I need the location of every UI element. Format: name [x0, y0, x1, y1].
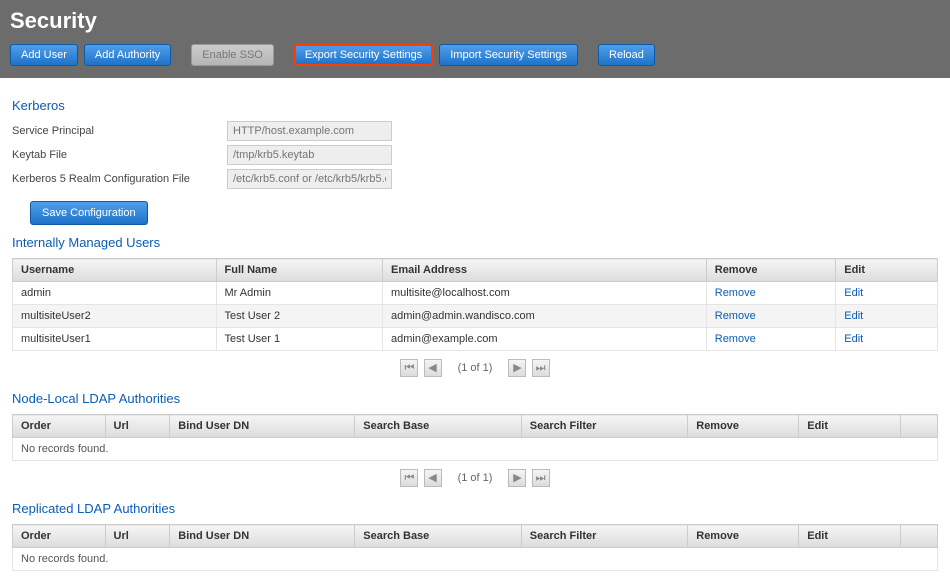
col-search-filter: Search Filter [521, 415, 688, 438]
col-url: Url [105, 415, 170, 438]
local-ldap-pager: ⏮ ◀ (1 of 1) ▶ ⏭ [12, 469, 938, 487]
table-row: multisiteUser2Test User 2admin@admin.wan… [13, 305, 938, 328]
cell-username: multisiteUser2 [13, 305, 217, 328]
users-pager: ⏮ ◀ (1 of 1) ▶ ⏭ [12, 359, 938, 377]
col-remove: Remove [706, 259, 836, 282]
remove-link[interactable]: Remove [715, 287, 756, 299]
enable-sso-button: Enable SSO [191, 44, 274, 66]
pager-prev-icon[interactable]: ◀ [424, 359, 442, 377]
col-fullname: Full Name [216, 259, 383, 282]
cell-fullname: Mr Admin [216, 282, 383, 305]
pager-first-icon[interactable]: ⏮ [400, 469, 418, 487]
pager-prev-icon[interactable]: ◀ [424, 469, 442, 487]
pager-first-icon[interactable]: ⏮ [400, 359, 418, 377]
kerberos-heading: Kerberos [12, 98, 938, 113]
col-order: Order [13, 525, 106, 548]
add-authority-button[interactable]: Add Authority [84, 44, 171, 66]
col-edit: Edit [799, 415, 901, 438]
col-remove: Remove [688, 525, 799, 548]
table-row: multisiteUser1Test User 1admin@example.c… [13, 328, 938, 351]
edit-link[interactable]: Edit [844, 287, 863, 299]
pager-last-icon[interactable]: ⏭ [532, 359, 550, 377]
users-table: Username Full Name Email Address Remove … [12, 258, 938, 351]
remove-link[interactable]: Remove [715, 310, 756, 322]
cell-email: admin@admin.wandisco.com [383, 305, 707, 328]
cell-username: admin [13, 282, 217, 305]
pager-last-icon[interactable]: ⏭ [532, 469, 550, 487]
content: Kerberos Service Principal Keytab File K… [0, 78, 950, 581]
col-url: Url [105, 525, 170, 548]
col-blank [901, 525, 938, 548]
save-configuration-button[interactable]: Save Configuration [30, 201, 148, 225]
col-edit: Edit [836, 259, 938, 282]
pager-next-icon[interactable]: ▶ [508, 469, 526, 487]
service-principal-input[interactable] [227, 121, 392, 141]
local-ldap-heading: Node-Local LDAP Authorities [12, 391, 938, 406]
col-remove: Remove [688, 415, 799, 438]
import-security-settings-button[interactable]: Import Security Settings [439, 44, 578, 66]
replicated-ldap-table: Order Url Bind User DN Search Base Searc… [12, 524, 938, 571]
local-ldap-empty: No records found. [13, 438, 938, 461]
cell-email: multisite@localhost.com [383, 282, 707, 305]
header-bar: Security Add User Add Authority Enable S… [0, 0, 950, 78]
col-email: Email Address [383, 259, 707, 282]
replicated-ldap-empty: No records found. [13, 548, 938, 571]
local-ldap-table: Order Url Bind User DN Search Base Searc… [12, 414, 938, 461]
table-row: adminMr Adminmultisite@localhost.com Remo… [13, 282, 938, 305]
keytab-file-input[interactable] [227, 145, 392, 165]
col-blank [901, 415, 938, 438]
export-security-settings-button[interactable]: Export Security Settings [294, 44, 433, 66]
realm-config-input[interactable] [227, 169, 392, 189]
toolbar: Add User Add Authority Enable SSO Export… [10, 44, 940, 66]
cell-fullname: Test User 2 [216, 305, 383, 328]
cell-email: admin@example.com [383, 328, 707, 351]
service-principal-label: Service Principal [12, 125, 227, 137]
cell-username: multisiteUser1 [13, 328, 217, 351]
users-heading: Internally Managed Users [12, 235, 938, 250]
col-bind: Bind User DN [170, 525, 355, 548]
pager-label: (1 of 1) [458, 362, 493, 374]
edit-link[interactable]: Edit [844, 333, 863, 345]
keytab-file-label: Keytab File [12, 149, 227, 161]
col-edit: Edit [799, 525, 901, 548]
replicated-ldap-heading: Replicated LDAP Authorities [12, 501, 938, 516]
edit-link[interactable]: Edit [844, 310, 863, 322]
col-order: Order [13, 415, 106, 438]
remove-link[interactable]: Remove [715, 333, 756, 345]
pager-next-icon[interactable]: ▶ [508, 359, 526, 377]
add-user-button[interactable]: Add User [10, 44, 78, 66]
pager-label: (1 of 1) [458, 472, 493, 484]
reload-button[interactable]: Reload [598, 44, 655, 66]
cell-fullname: Test User 1 [216, 328, 383, 351]
col-username: Username [13, 259, 217, 282]
col-bind: Bind User DN [170, 415, 355, 438]
realm-config-label: Kerberos 5 Realm Configuration File [12, 173, 227, 185]
col-search-base: Search Base [355, 415, 522, 438]
col-search-filter: Search Filter [521, 525, 688, 548]
page-title: Security [10, 8, 940, 34]
col-search-base: Search Base [355, 525, 522, 548]
